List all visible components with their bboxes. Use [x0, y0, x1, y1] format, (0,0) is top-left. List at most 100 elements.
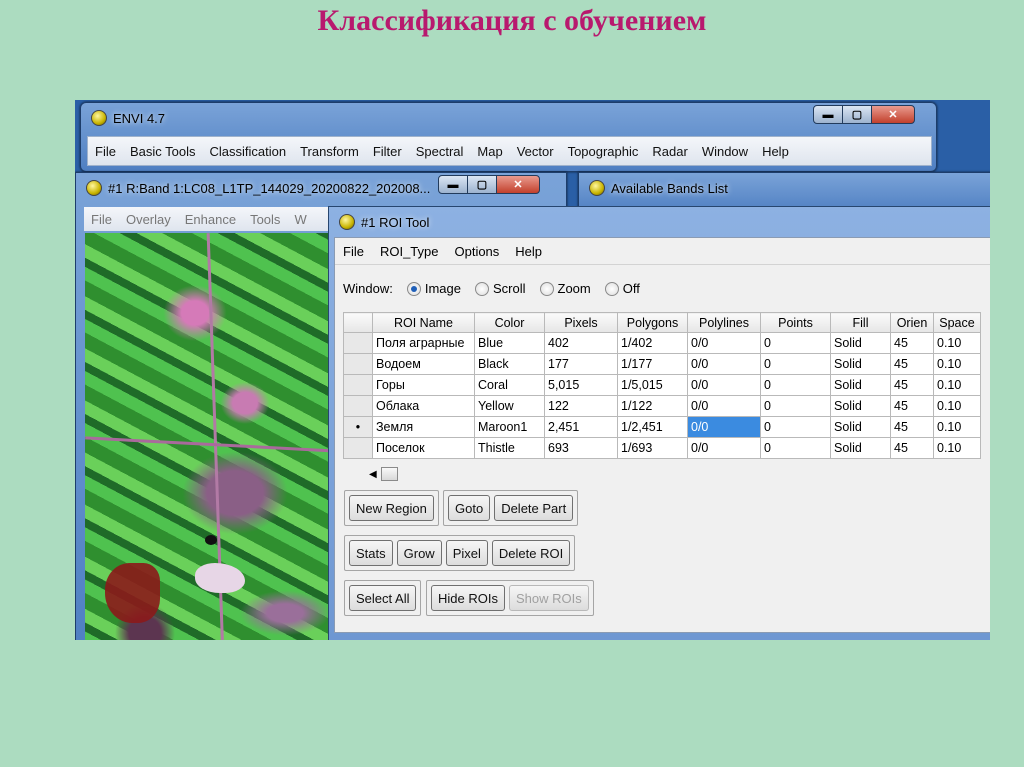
menu-radar[interactable]: Radar	[645, 144, 694, 159]
cell-polylines[interactable]: 0/0	[687, 437, 761, 459]
hide-rois-button[interactable]: Hide ROIs	[431, 585, 505, 611]
cell-fill[interactable]: Solid	[830, 374, 891, 396]
menu-filter[interactable]: Filter	[366, 144, 409, 159]
new-region-button[interactable]: New Region	[349, 495, 434, 521]
table-row[interactable]: Поселок Thistle 693 1/693 0/0 0 Solid 45…	[343, 437, 981, 459]
cell-space[interactable]: 0.10	[933, 353, 981, 375]
cell-points[interactable]: 0	[760, 353, 831, 375]
cell-pixels[interactable]: 402	[544, 332, 618, 354]
cell-roi-name[interactable]: Горы	[372, 374, 475, 396]
cell-fill[interactable]: Solid	[830, 416, 891, 438]
cell-pixels[interactable]: 2,451	[544, 416, 618, 438]
cell-polylines[interactable]: 0/0	[687, 395, 761, 417]
menu-file[interactable]: File	[88, 144, 123, 159]
delete-roi-button[interactable]: Delete ROI	[491, 540, 571, 566]
cell-polygons[interactable]: 1/402	[617, 332, 688, 354]
cell-space[interactable]: 0.10	[933, 374, 981, 396]
cell-roi-name[interactable]: Поселок	[372, 437, 475, 459]
band-menu-tools[interactable]: Tools	[243, 212, 287, 227]
row-marker[interactable]: •	[343, 416, 373, 438]
header-points[interactable]: Points	[760, 312, 831, 333]
header-polygons[interactable]: Polygons	[617, 312, 688, 333]
cell-orien[interactable]: 45	[890, 332, 934, 354]
row-marker[interactable]	[343, 332, 373, 354]
menu-classification[interactable]: Classification	[202, 144, 293, 159]
maximize-button[interactable]: ▢	[842, 105, 872, 124]
radio-zoom[interactable]	[539, 281, 554, 296]
radio-image-label[interactable]: Image	[425, 281, 461, 296]
menu-spectral[interactable]: Spectral	[409, 144, 471, 159]
cell-orien[interactable]: 45	[890, 353, 934, 375]
cell-polylines[interactable]: 0/0	[687, 374, 761, 396]
cell-polygons[interactable]: 1/177	[617, 353, 688, 375]
row-marker[interactable]	[343, 374, 373, 396]
table-row[interactable]: Водоем Black 177 1/177 0/0 0 Solid 45 0.…	[343, 353, 981, 375]
band-menu-enhance[interactable]: Enhance	[178, 212, 243, 227]
roi-menu-roi-type[interactable]: ROI_Type	[372, 244, 447, 259]
goto-button[interactable]: Goto	[448, 495, 491, 521]
cell-points[interactable]: 0	[760, 437, 831, 459]
close-button[interactable]: ✕	[496, 175, 540, 194]
row-marker[interactable]	[343, 353, 373, 375]
menu-transform[interactable]: Transform	[293, 144, 366, 159]
pixel-button[interactable]: Pixel	[445, 540, 488, 566]
cell-pixels[interactable]: 5,015	[544, 374, 618, 396]
header-polylines[interactable]: Polylines	[687, 312, 761, 333]
close-button[interactable]: ✕	[871, 105, 915, 124]
cell-color[interactable]: Blue	[474, 332, 545, 354]
cell-fill[interactable]: Solid	[830, 437, 891, 459]
cell-roi-name[interactable]: Поля аграрные	[372, 332, 475, 354]
scroll-thumb[interactable]	[380, 467, 398, 481]
menu-window[interactable]: Window	[695, 144, 755, 159]
roi-menu-help[interactable]: Help	[507, 244, 550, 259]
header-fill[interactable]: Fill	[830, 312, 891, 333]
band-menu-file[interactable]: File	[84, 212, 119, 227]
cell-color[interactable]: Coral	[474, 374, 545, 396]
cell-fill[interactable]: Solid	[830, 395, 891, 417]
cell-polylines[interactable]: 0/0	[687, 416, 761, 438]
header-orien[interactable]: Orien	[890, 312, 934, 333]
radio-off-label[interactable]: Off	[623, 281, 640, 296]
header-space[interactable]: Space	[933, 312, 981, 333]
satellite-image[interactable]	[85, 233, 337, 640]
roi-menu-file[interactable]: File	[335, 244, 372, 259]
radio-image[interactable]	[406, 281, 421, 296]
cell-orien[interactable]: 45	[890, 437, 934, 459]
table-row[interactable]: • Земля Maroon1 2,451 1/2,451 0/0 0 Soli…	[343, 416, 981, 438]
minimize-button[interactable]: ▬	[438, 175, 468, 194]
cell-color[interactable]: Maroon1	[474, 416, 545, 438]
table-row[interactable]: Горы Coral 5,015 1/5,015 0/0 0 Solid 45 …	[343, 374, 981, 396]
cell-polygons[interactable]: 1/5,015	[617, 374, 688, 396]
header-roi-name[interactable]: ROI Name	[372, 312, 475, 333]
grow-button[interactable]: Grow	[396, 540, 442, 566]
menu-basic-tools[interactable]: Basic Tools	[123, 144, 203, 159]
row-marker[interactable]	[343, 437, 373, 459]
cell-fill[interactable]: Solid	[830, 332, 891, 354]
cell-polygons[interactable]: 1/693	[617, 437, 688, 459]
radio-scroll-label[interactable]: Scroll	[493, 281, 526, 296]
cell-orien[interactable]: 45	[890, 374, 934, 396]
cell-points[interactable]: 0	[760, 374, 831, 396]
cell-space[interactable]: 0.10	[933, 395, 981, 417]
show-rois-button[interactable]: Show ROIs	[508, 585, 589, 611]
minimize-button[interactable]: ▬	[813, 105, 843, 124]
menu-topographic[interactable]: Topographic	[561, 144, 646, 159]
cell-pixels[interactable]: 122	[544, 395, 618, 417]
cell-polylines[interactable]: 0/0	[687, 332, 761, 354]
menu-vector[interactable]: Vector	[510, 144, 561, 159]
row-marker[interactable]	[343, 395, 373, 417]
scroll-left-arrow-icon[interactable]: ◀	[369, 469, 377, 480]
delete-part-button[interactable]: Delete Part	[494, 495, 574, 521]
radio-scroll[interactable]	[475, 281, 489, 296]
table-row[interactable]: Поля аграрные Blue 402 1/402 0/0 0 Solid…	[343, 332, 981, 354]
cell-color[interactable]: Thistle	[474, 437, 545, 459]
cell-orien[interactable]: 45	[890, 395, 934, 417]
cell-pixels[interactable]: 693	[544, 437, 618, 459]
header-pixels[interactable]: Pixels	[544, 312, 618, 333]
cell-space[interactable]: 0.10	[933, 332, 981, 354]
cell-roi-name[interactable]: Земля	[372, 416, 475, 438]
cell-roi-name[interactable]: Водоем	[372, 353, 475, 375]
cell-color[interactable]: Yellow	[474, 395, 545, 417]
radio-off[interactable]	[604, 281, 619, 296]
band-menu-window[interactable]: W	[287, 212, 313, 227]
